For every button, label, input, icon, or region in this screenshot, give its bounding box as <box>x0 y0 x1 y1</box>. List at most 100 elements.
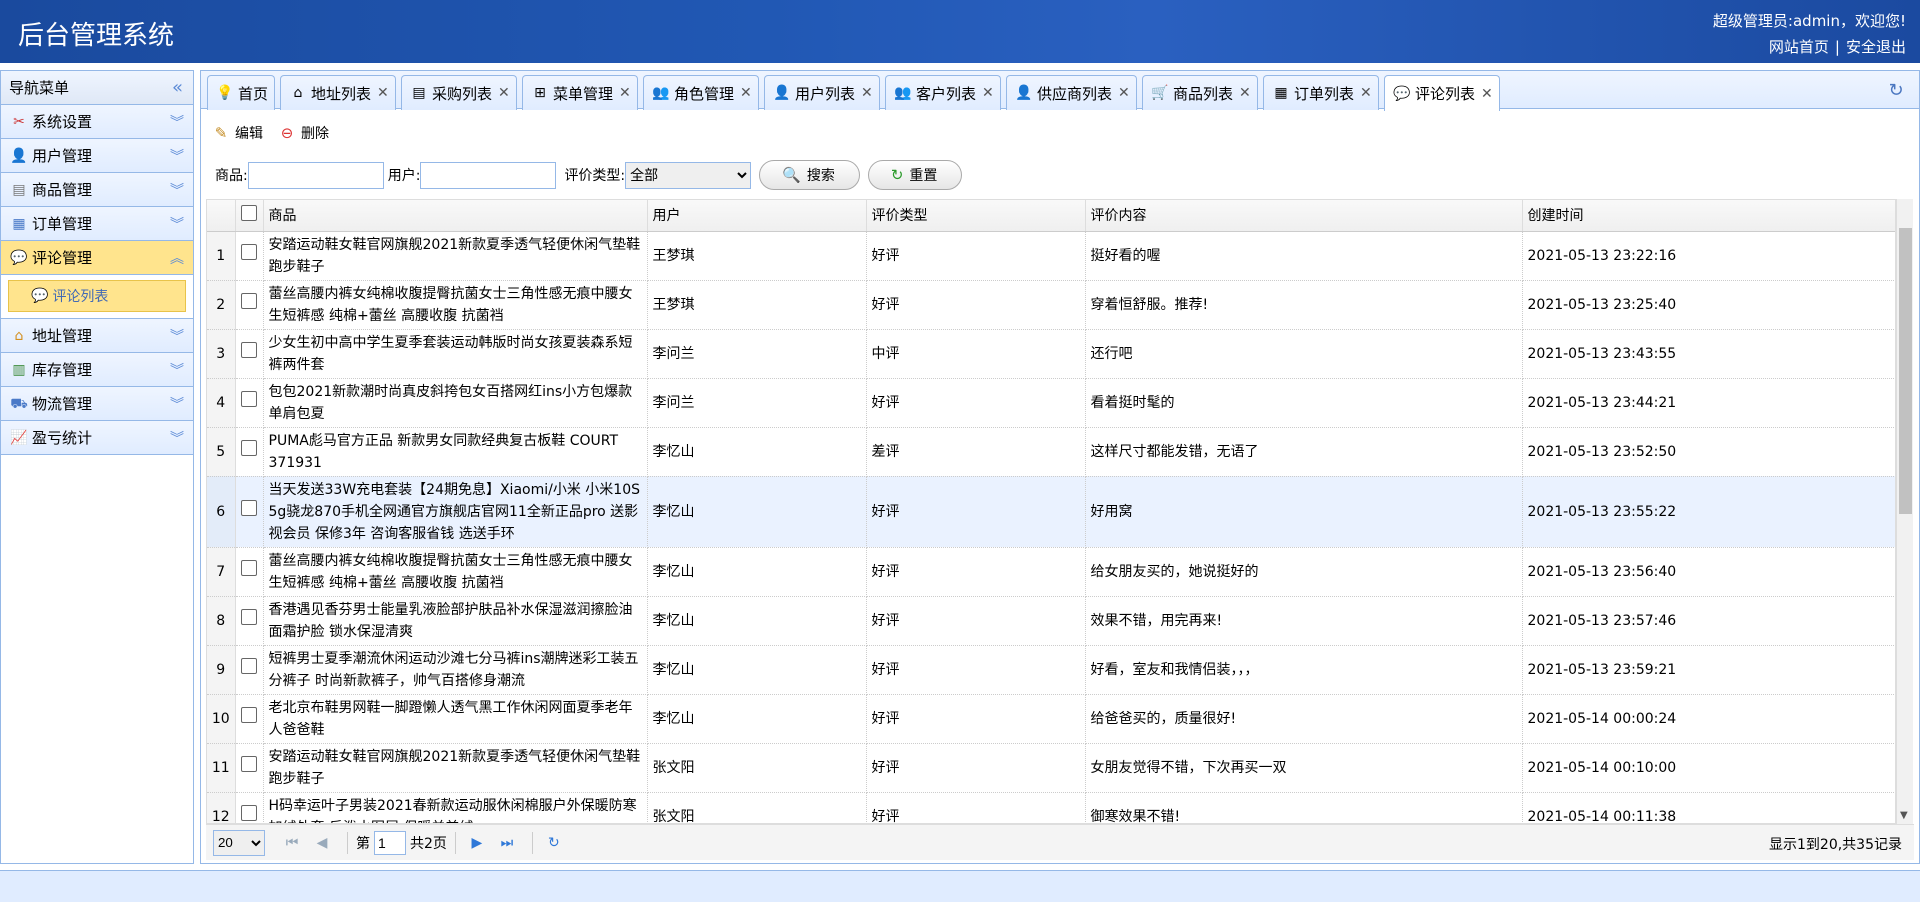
sidebar-menu-item[interactable]: ▤ 商品管理 ︾ <box>1 173 193 207</box>
sidebar-menu-item[interactable]: ⌂ 地址管理 ︾ <box>1 319 193 353</box>
submenu-item-comment-list[interactable]: 💬 评论列表 <box>8 280 186 312</box>
tools-icon: ✂ <box>13 113 25 130</box>
row-checkbox[interactable] <box>241 391 257 407</box>
tab-label: 商品列表 <box>1173 84 1234 103</box>
table-row[interactable]: 6 当天发送33W充电套装【24期免息】Xiaomi/小米 小米10S 5g骁龙8… <box>207 476 1895 548</box>
close-icon[interactable]: ✕ <box>1481 86 1493 102</box>
chevron-down-icon[interactable]: ︾ <box>170 326 184 346</box>
row-checkbox[interactable] <box>241 609 257 625</box>
delete-button[interactable]: ⊖ 删除 <box>277 119 329 147</box>
tab[interactable]: 👥 客户列表 ✕ <box>885 75 1001 110</box>
tab[interactable]: ▤ 采购列表 ✕ <box>401 75 517 110</box>
table-row[interactable]: 4 包包2021新款潮时尚真皮斜挎包女百搭网红ins小方包爆款单肩包夏 李问兰 好评看… <box>207 378 1895 428</box>
type-select[interactable]: 全部 <box>625 161 752 189</box>
next-page-icon[interactable]: ▶ <box>464 835 490 851</box>
edit-button[interactable]: ✎ 编辑 <box>211 119 263 147</box>
tab[interactable]: ⌂ 地址列表 ✕ <box>280 75 396 110</box>
reset-button[interactable]: ↻ 重置 <box>867 160 963 190</box>
table-row[interactable]: 1 安踏运动鞋女鞋官网旗舰2021新款夏季透气轻便休闲气垫鞋跑步鞋子 王梦琪 好评 挺好… <box>207 231 1895 281</box>
col-time[interactable]: 创建时间 <box>1522 200 1895 232</box>
table-row[interactable]: 11 安踏运动鞋女鞋官网旗舰2021新款夏季透气轻便休闲气垫鞋跑步鞋子 张文阳 好评女… <box>207 743 1895 793</box>
home-link[interactable]: 网站首页 <box>1769 38 1829 56</box>
row-checkbox[interactable] <box>241 560 257 576</box>
row-checkbox[interactable] <box>241 756 257 772</box>
row-checkbox[interactable] <box>241 342 257 358</box>
goods-input[interactable] <box>247 161 384 189</box>
sidebar-menu-item[interactable]: 📈 盈亏统计 ︾ <box>1 421 193 455</box>
row-checkbox[interactable] <box>241 244 257 260</box>
sidebar-menu-item[interactable]: ▥ 库存管理 ︾ <box>1 353 193 387</box>
table-row[interactable]: 7 蕾丝高腰内裤女纯棉收腹提臀抗菌女士三角性感无痕中腰女生短裤感 纯棉+蕾丝 高腰… <box>207 547 1895 597</box>
tab[interactable]: 💡 首页 <box>207 75 276 110</box>
row-number: 9 <box>207 645 236 695</box>
reload-icon[interactable]: ↻ <box>541 835 567 851</box>
sidebar-menu-item[interactable]: ▦ 订单管理 ︾ <box>1 207 193 241</box>
grid-scrollbar[interactable]: ▲ ▼ <box>1896 199 1913 824</box>
table-row[interactable]: 8 香港遇见香芬男士能量乳液脸部护肤品补水保湿滋润擦脸油面霜护脸 锁水保湿清爽 李忆… <box>207 596 1895 646</box>
user-input[interactable] <box>420 161 557 189</box>
select-all-checkbox[interactable] <box>241 205 257 222</box>
close-icon[interactable]: ✕ <box>1360 85 1372 101</box>
table-row[interactable]: 9 短裤男士夏季潮流休闲运动沙滩七分马裤ins潮牌迷彩工装五分裤子 时尚新款裤子，… <box>207 645 1895 695</box>
row-checkbox[interactable] <box>241 440 257 456</box>
submenu-container: 💬 评论列表 <box>1 275 193 319</box>
close-icon[interactable]: ✕ <box>377 85 389 101</box>
sidebar-menu-item[interactable]: 👤 用户管理 ︾ <box>1 139 193 173</box>
tab[interactable]: 👤 供应商列表 ✕ <box>1006 75 1137 110</box>
last-page-icon[interactable]: ⏭ <box>494 835 520 851</box>
chevron-down-icon[interactable]: ︾ <box>170 180 184 200</box>
header-links: 网站首页 | 安全退出 <box>1769 36 1906 57</box>
tab[interactable]: 👥 角色管理 ✕ <box>643 75 759 110</box>
close-icon[interactable]: ✕ <box>619 85 631 101</box>
row-checkbox[interactable] <box>241 805 257 821</box>
prev-page-icon[interactable]: ◀ <box>309 835 335 851</box>
col-user[interactable]: 用户 <box>647 200 867 232</box>
chevron-down-icon[interactable]: ︾ <box>170 214 184 234</box>
chevron-down-icon[interactable]: ︾ <box>170 428 184 448</box>
row-checkbox[interactable] <box>241 658 257 674</box>
table-row[interactable]: 10 老北京布鞋男网鞋一脚蹬懒人透气黑工作休闲网面夏季老年人爸爸鞋 李忆山 好评 给爸爸… <box>207 694 1895 744</box>
close-icon[interactable]: ✕ <box>498 85 510 101</box>
sidebar-menu-item[interactable]: 💬 评论管理 ︽ <box>1 241 193 275</box>
sidebar-menu-item[interactable]: ✂ 系统设置 ︾ <box>1 105 193 139</box>
collapse-icon[interactable]: « <box>172 77 183 98</box>
page-number-input[interactable] <box>374 830 406 855</box>
chevron-down-icon[interactable]: ︾ <box>170 112 184 132</box>
scrollbar-thumb[interactable] <box>1899 228 1912 514</box>
col-goods[interactable]: 商品 <box>263 200 648 232</box>
close-icon[interactable]: ✕ <box>740 85 752 101</box>
col-type[interactable]: 评价类型 <box>866 200 1086 232</box>
close-icon[interactable]: ✕ <box>982 85 994 101</box>
chevron-down-icon[interactable]: ︾ <box>170 360 184 380</box>
close-icon[interactable]: ✕ <box>861 85 873 101</box>
page-size-select[interactable]: 20 <box>213 829 265 856</box>
first-page-icon[interactable]: ⏮ <box>279 835 305 851</box>
refresh-icon[interactable]: ↻ <box>1883 78 1909 104</box>
logout-link[interactable]: 安全退出 <box>1846 38 1906 56</box>
tab[interactable]: 🛒 商品列表 ✕ <box>1142 75 1258 110</box>
scroll-down-icon[interactable]: ▼ <box>1900 810 1908 821</box>
row-checkbox[interactable] <box>241 293 257 309</box>
close-icon[interactable]: ✕ <box>1118 85 1130 101</box>
sidebar-menu-item[interactable]: ⛟ 物流管理 ︾ <box>1 387 193 421</box>
chevron-up-icon[interactable]: ︽ <box>170 248 184 268</box>
chevron-down-icon[interactable]: ︾ <box>170 394 184 414</box>
row-number: 2 <box>207 280 236 330</box>
row-checkbox[interactable] <box>241 500 257 516</box>
col-content[interactable]: 评价内容 <box>1085 200 1523 232</box>
chevron-down-icon[interactable]: ︾ <box>170 146 184 166</box>
user-icon: 👤 <box>10 147 28 164</box>
tab[interactable]: 💬 评论列表 ✕ <box>1384 75 1500 111</box>
search-button[interactable]: 🔍 搜索 <box>759 160 860 190</box>
tab[interactable]: ▦ 订单列表 ✕ <box>1263 75 1379 110</box>
row-checkbox[interactable] <box>241 707 257 723</box>
tab[interactable]: 👤 用户列表 ✕ <box>764 75 880 110</box>
close-icon[interactable]: ✕ <box>1239 85 1251 101</box>
menu-label: 商品管理 <box>32 181 93 199</box>
table-row[interactable]: 2 蕾丝高腰内裤女纯棉收腹提臀抗菌女士三角性感无痕中腰女生短裤感 纯棉+蕾丝 高腰… <box>207 280 1895 330</box>
table-row[interactable]: 12 H码幸运叶子男装2021春新款运动服休闲棉服户外保暖防寒加绒外套 反泼水图层… <box>207 792 1895 823</box>
tab[interactable]: ⊞ 菜单管理 ✕ <box>522 75 638 110</box>
table-row[interactable]: 5 PUMA彪马官方正品 新款男女同款经典复古板鞋 COURT 371931 李忆山… <box>207 427 1895 477</box>
row-checkbox-cell <box>235 645 264 695</box>
table-row[interactable]: 3 少女生初中高中学生夏季套装运动韩版时尚女孩夏装森系短裤两件套 李问兰 中评 还行吧 2… <box>207 329 1895 379</box>
